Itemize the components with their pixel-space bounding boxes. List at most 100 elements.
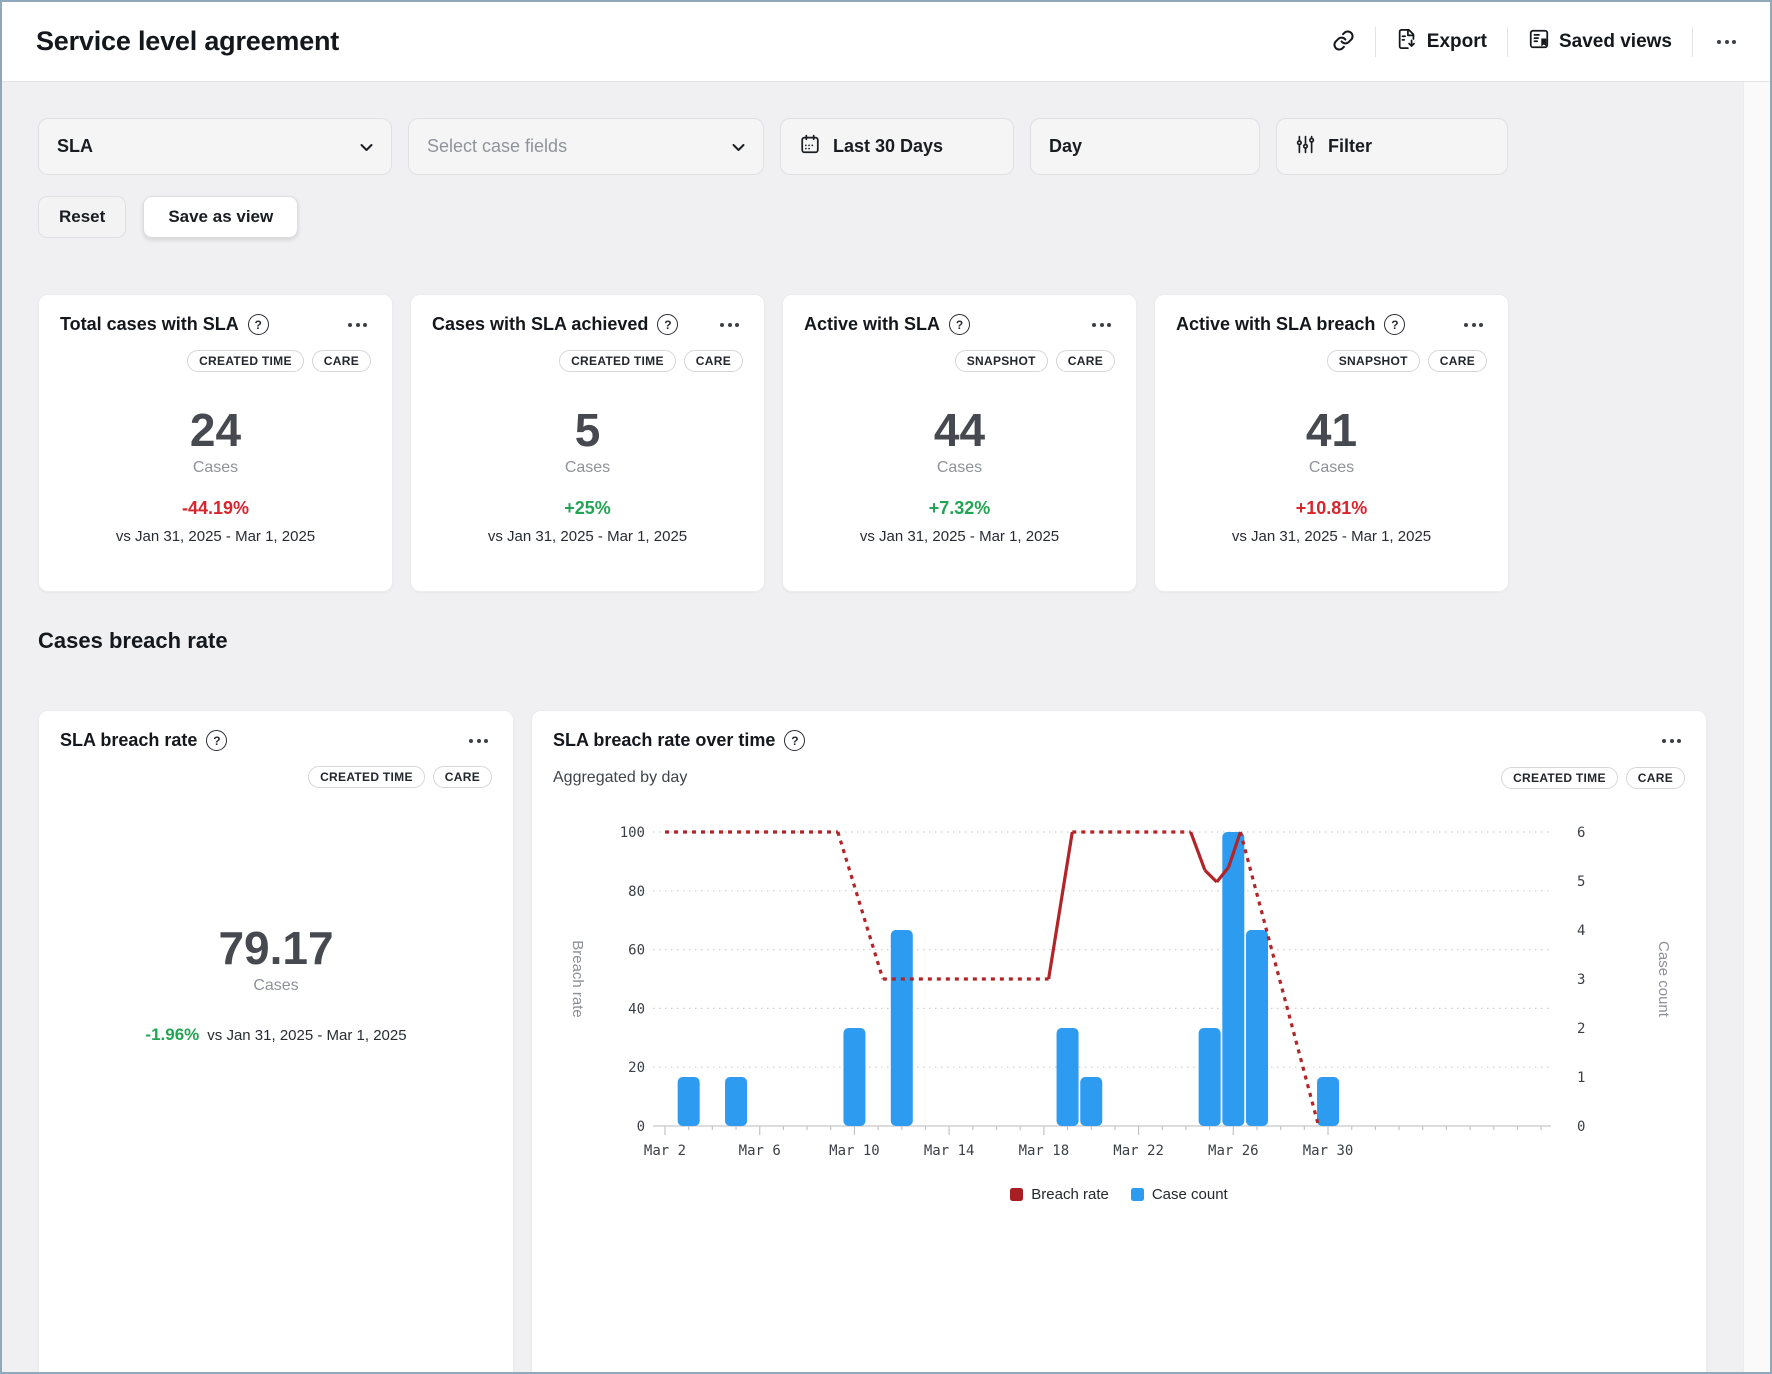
- help-icon[interactable]: ?: [784, 730, 805, 751]
- kpi-card-row: Total cases with SLA ? CREATED TIME CARE…: [38, 294, 1707, 592]
- export-icon: [1396, 28, 1418, 56]
- badge-care: CARE: [1056, 350, 1115, 372]
- sla-breach-rate-over-time-card: SLA breach rate over time ? Aggregated b…: [531, 710, 1707, 1374]
- svg-text:100: 100: [620, 825, 645, 841]
- svg-text:5: 5: [1577, 874, 1585, 890]
- help-icon[interactable]: ?: [206, 730, 227, 751]
- breach-rate-value: 79.17: [60, 923, 492, 974]
- export-button[interactable]: Export: [1396, 28, 1487, 56]
- svg-text:80: 80: [628, 884, 645, 900]
- app-window: Service level agreement: [0, 0, 1772, 1374]
- badge-created-time: CREATED TIME: [559, 350, 676, 372]
- breach-rate-comparison: vs Jan 31, 2025 - Mar 1, 2025: [207, 1027, 406, 1044]
- svg-text:Mar 22: Mar 22: [1113, 1143, 1164, 1159]
- sliders-icon: [1295, 134, 1316, 160]
- legend-swatch-case-count: [1131, 1188, 1144, 1201]
- svg-text:0: 0: [1577, 1119, 1585, 1135]
- header-divider: [1692, 27, 1693, 57]
- card-more-menu[interactable]: [716, 319, 743, 331]
- saved-views-icon: [1528, 28, 1550, 56]
- filter-actions: Reset Save as view: [38, 196, 1707, 238]
- svg-text:40: 40: [628, 1001, 645, 1017]
- filter-button[interactable]: Filter: [1276, 118, 1508, 175]
- kpi-value: 24: [60, 405, 371, 456]
- kpi-card-cases-with-sla-achieved: Cases with SLA achieved ? CREATED TIME C…: [410, 294, 765, 592]
- card-more-menu[interactable]: [344, 319, 371, 331]
- badge-created-time: CREATED TIME: [187, 350, 304, 372]
- reset-button[interactable]: Reset: [38, 196, 126, 238]
- link-icon: [1332, 29, 1355, 55]
- badge-snapshot: SNAPSHOT: [955, 350, 1048, 372]
- card-more-menu[interactable]: [1658, 735, 1685, 747]
- kpi-comparison: vs Jan 31, 2025 - Mar 1, 2025: [60, 528, 371, 545]
- header-divider: [1375, 27, 1376, 57]
- kpi-comparison: vs Jan 31, 2025 - Mar 1, 2025: [432, 528, 743, 545]
- case-fields-dropdown[interactable]: Select case fields: [408, 118, 764, 175]
- breach-rate-chart: 020406080100Breach rate0123456Case count…: [553, 803, 1685, 1165]
- date-range-picker[interactable]: Last 30 Days: [780, 118, 1014, 175]
- kpi-value: 5: [432, 405, 743, 456]
- breach-rate-unit: Cases: [60, 977, 492, 995]
- legend-item-breach-rate[interactable]: Breach rate: [1010, 1186, 1109, 1203]
- svg-text:3: 3: [1577, 972, 1585, 988]
- dashboard-content: SLA Select case fields: [2, 82, 1743, 1372]
- card-title: SLA breach rate: [60, 730, 197, 751]
- breach-rate-delta: -1.96%: [145, 1025, 199, 1044]
- badge-created-time: CREATED TIME: [308, 766, 425, 788]
- chevron-down-icon: [360, 136, 373, 157]
- share-link-button[interactable]: [1332, 29, 1355, 55]
- chevron-down-icon: [732, 136, 745, 157]
- vertical-scrollbar[interactable]: [1743, 82, 1770, 1372]
- kpi-unit: Cases: [60, 459, 371, 477]
- kpi-value: 44: [804, 405, 1115, 456]
- svg-text:6: 6: [1577, 825, 1585, 841]
- badge-care: CARE: [1428, 350, 1487, 372]
- svg-text:Mar 14: Mar 14: [924, 1143, 975, 1159]
- breach-rate-row: SLA breach rate ? CREATED TIME CARE 79.1…: [38, 710, 1707, 1374]
- svg-text:0: 0: [637, 1119, 645, 1135]
- card-title: Cases with SLA achieved: [432, 314, 648, 335]
- svg-text:1: 1: [1577, 1070, 1585, 1086]
- kpi-card-active-with-sla: Active with SLA ? SNAPSHOT CARE 44 Cases…: [782, 294, 1137, 592]
- help-icon[interactable]: ?: [1384, 314, 1405, 335]
- kpi-delta: +10.81%: [1176, 498, 1487, 519]
- svg-text:Case count: Case count: [1655, 941, 1672, 1018]
- card-more-menu[interactable]: [1460, 319, 1487, 331]
- card-more-menu[interactable]: [1088, 319, 1115, 331]
- card-title: SLA breach rate over time: [553, 730, 775, 751]
- card-more-menu[interactable]: [465, 735, 492, 747]
- chart-legend: Breach rate Case count: [553, 1186, 1685, 1203]
- metric-dropdown[interactable]: SLA: [38, 118, 392, 175]
- kpi-card-total-cases-with-sla: Total cases with SLA ? CREATED TIME CARE…: [38, 294, 393, 592]
- saved-views-button[interactable]: Saved views: [1528, 28, 1672, 56]
- section-title-cases-breach-rate: Cases breach rate: [38, 628, 1707, 654]
- svg-text:2: 2: [1577, 1021, 1585, 1037]
- page-header: Service level agreement: [2, 2, 1770, 82]
- kpi-delta: -44.19%: [60, 498, 371, 519]
- card-title: Active with SLA breach: [1176, 314, 1375, 335]
- svg-text:Breach rate: Breach rate: [569, 940, 586, 1018]
- badge-care: CARE: [433, 766, 492, 788]
- svg-text:Mar 26: Mar 26: [1208, 1143, 1259, 1159]
- badge-care: CARE: [1626, 767, 1685, 789]
- help-icon[interactable]: ?: [248, 314, 269, 335]
- badge-snapshot: SNAPSHOT: [1327, 350, 1420, 372]
- kpi-unit: Cases: [432, 459, 743, 477]
- header-more-menu[interactable]: [1713, 36, 1740, 48]
- help-icon[interactable]: ?: [949, 314, 970, 335]
- kpi-unit: Cases: [804, 459, 1115, 477]
- filter-bar: SLA Select case fields: [38, 118, 1707, 175]
- kpi-comparison: vs Jan 31, 2025 - Mar 1, 2025: [804, 528, 1115, 545]
- badge-care: CARE: [684, 350, 743, 372]
- help-icon[interactable]: ?: [657, 314, 678, 335]
- card-title: Active with SLA: [804, 314, 940, 335]
- granularity-dropdown[interactable]: Day: [1030, 118, 1260, 175]
- svg-text:Mar 6: Mar 6: [739, 1143, 781, 1159]
- card-title: Total cases with SLA: [60, 314, 239, 335]
- kpi-unit: Cases: [1176, 459, 1487, 477]
- badge-care: CARE: [312, 350, 371, 372]
- page-title: Service level agreement: [36, 26, 339, 57]
- kpi-delta: +25%: [432, 498, 743, 519]
- save-as-view-button[interactable]: Save as view: [143, 196, 298, 238]
- legend-item-case-count[interactable]: Case count: [1131, 1186, 1228, 1203]
